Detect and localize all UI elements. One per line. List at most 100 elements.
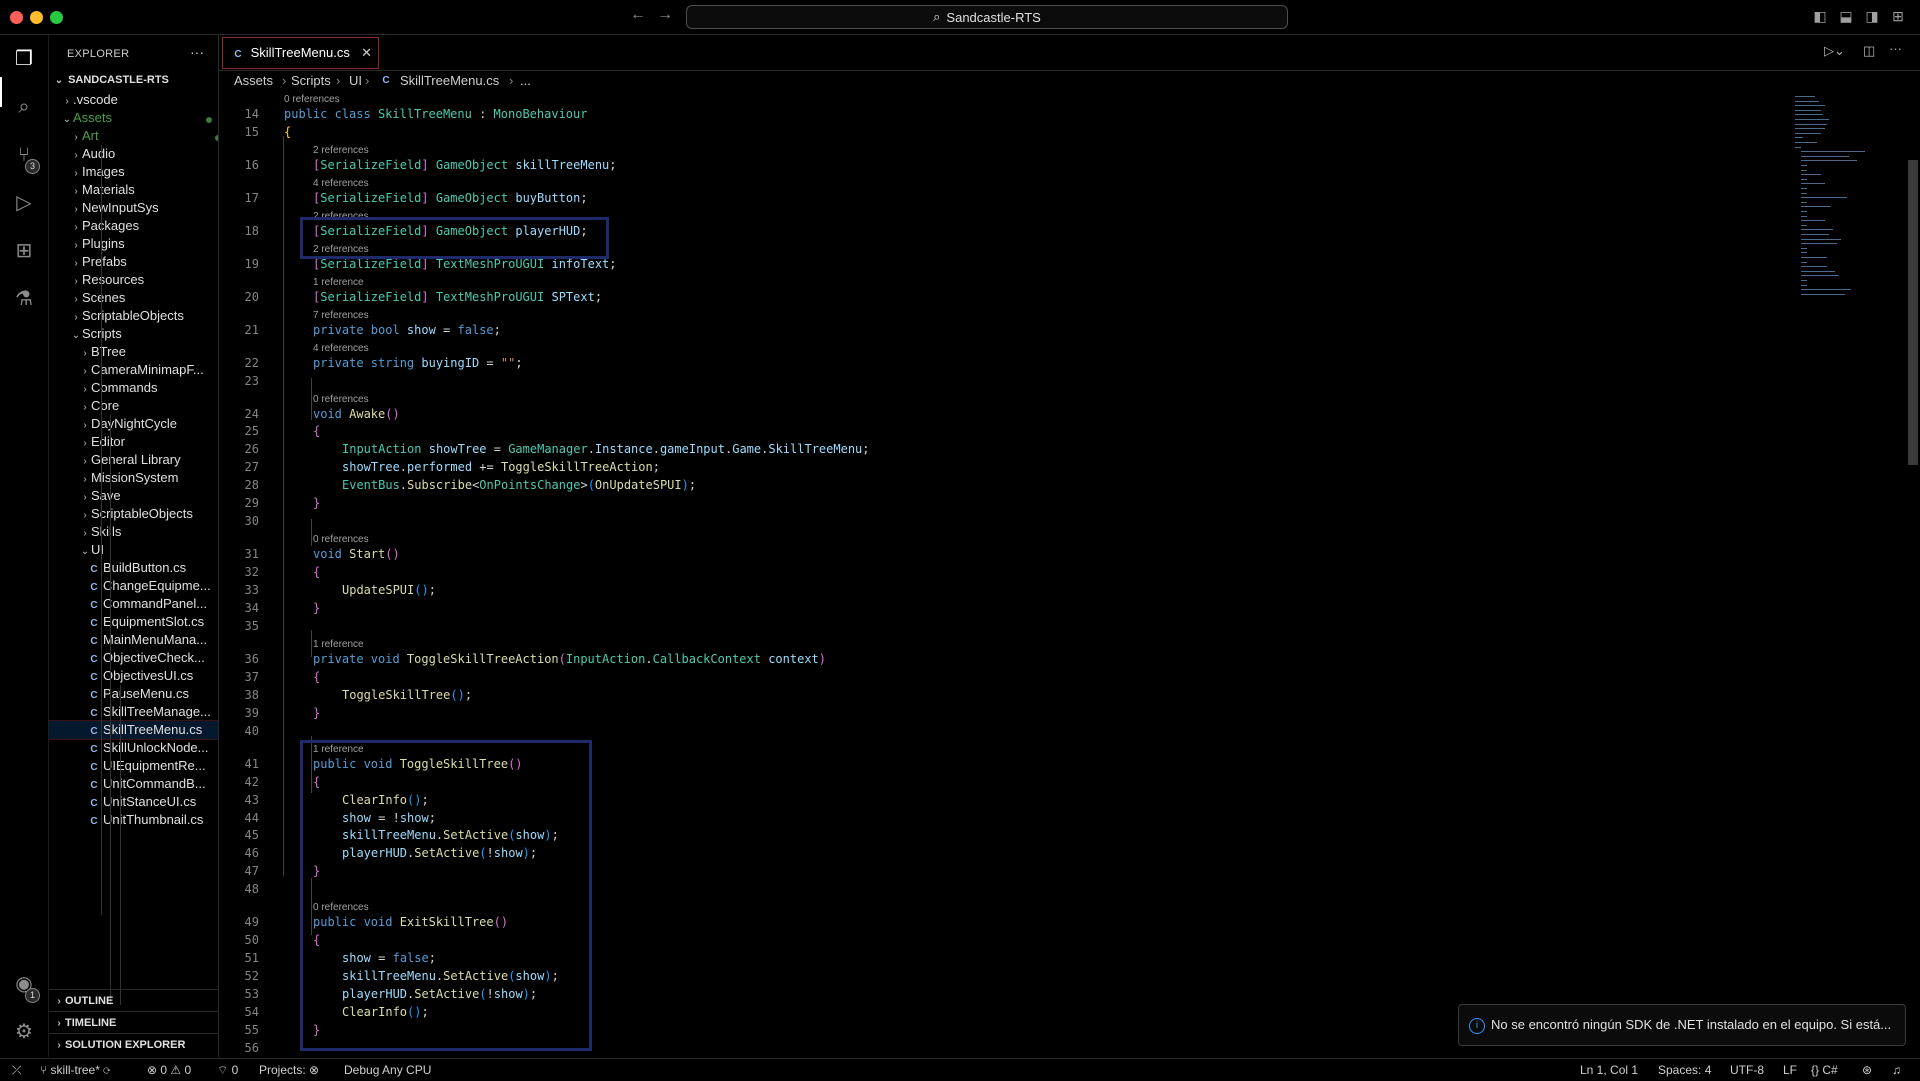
split-editor-icon[interactable]: ◫ xyxy=(1863,43,1875,59)
codelens-references[interactable]: 0 references xyxy=(284,94,340,105)
panel-solution-explorer[interactable]: › SOLUTION EXPLORER xyxy=(49,1033,218,1056)
tree-folder[interactable]: › NewInputSys xyxy=(49,199,218,217)
tree-folder[interactable]: › Art xyxy=(49,127,218,145)
minimize-window-button[interactable] xyxy=(30,11,43,24)
codelens-references[interactable]: 4 references xyxy=(313,343,369,354)
breadcrumb-scripts[interactable]: Scripts xyxy=(291,71,331,91)
codelens-references[interactable]: 2 references xyxy=(313,145,369,156)
tree-folder[interactable]: › ScriptableObjects xyxy=(49,307,218,325)
minimap[interactable] xyxy=(1795,92,1895,302)
tree-file[interactable]: C UnitStanceUI.cs xyxy=(49,793,218,811)
toggle-panel-icon[interactable]: ⬓ xyxy=(1838,8,1854,24)
notification-toast[interactable]: i No se encontró ningún SDK de .NET insta… xyxy=(1458,1004,1906,1046)
editor-scrollbar[interactable] xyxy=(1908,160,1918,465)
tree-folder[interactable]: ⌄Scripts xyxy=(49,325,218,343)
tree-item-label: Prefabs xyxy=(82,254,127,269)
tree-folder[interactable]: › DayNightCycle xyxy=(49,415,218,433)
close-window-button[interactable] xyxy=(10,11,23,24)
breadcrumb-file[interactable]: SkillTreeMenu.cs xyxy=(400,71,499,91)
remote-icon[interactable]: ⤫ xyxy=(12,1059,22,1081)
cursor-position[interactable]: Ln 1, Col 1 xyxy=(1580,1059,1638,1081)
ports-item[interactable]: ⌔ 0 xyxy=(217,1059,238,1081)
tree-folder[interactable]: › CameraMinimapF... xyxy=(49,361,218,379)
search-icon[interactable]: ⌕ xyxy=(10,93,38,121)
tree-folder[interactable]: ⌄ Assets xyxy=(49,109,218,127)
tree-folder[interactable]: › Editor xyxy=(49,433,218,451)
code-editor[interactable]: 0 references 14 public class SkillTreeMenu… xyxy=(219,92,1920,1057)
extensions-icon[interactable]: ⊞ xyxy=(10,237,38,265)
tree-folder[interactable]: › .vscode xyxy=(49,91,218,109)
panel-outline[interactable]: › OUTLINE xyxy=(49,989,218,1012)
tree-file[interactable]: C ChangeEquipme... xyxy=(49,577,218,595)
tree-file[interactable]: C SkillTreeMenu.cs xyxy=(49,720,218,740)
codelens-references[interactable]: 1 reference xyxy=(313,277,364,288)
run-debug-icon[interactable]: ▷ xyxy=(10,189,38,217)
tree-file[interactable]: C BuildButton.cs xyxy=(49,559,218,577)
notifications-bell-icon[interactable]: ♫ xyxy=(1892,1059,1901,1081)
codelens-references[interactable]: 0 references xyxy=(313,394,369,405)
tree-folder[interactable]: › ScriptableObjects xyxy=(49,505,218,523)
editor-more-icon[interactable]: ··· xyxy=(1889,41,1902,56)
tree-folder[interactable]: › Packages xyxy=(49,217,218,235)
tree-file[interactable]: C MainMenuMana... xyxy=(49,631,218,649)
build-config[interactable]: Debug Any CPU xyxy=(344,1059,431,1081)
command-center-search[interactable]: ⌕ Sandcastle-RTS xyxy=(686,5,1288,29)
tree-folder[interactable]: › Resources xyxy=(49,271,218,289)
toggle-primary-sidebar-icon[interactable]: ◧ xyxy=(1812,8,1828,24)
tree-folder[interactable]: ⌄ UI xyxy=(49,541,218,559)
tree-folder[interactable]: › Scenes xyxy=(49,289,218,307)
explorer-root[interactable]: ⌄ SANDCASTLE-RTS xyxy=(49,69,218,91)
breadcrumb-assets[interactable]: Assets xyxy=(234,71,273,91)
tree-file[interactable]: C CommandPanel... xyxy=(49,595,218,613)
codelens-references[interactable]: 4 references xyxy=(313,178,369,189)
arrow-right-icon[interactable]: → xyxy=(657,6,673,24)
tree-file[interactable]: C PauseMenu.cs xyxy=(49,685,218,703)
tree-file[interactable]: C UnitCommandB... xyxy=(49,775,218,793)
toggle-secondary-sidebar-icon[interactable]: ◨ xyxy=(1864,8,1880,24)
projects-item[interactable]: Projects: ⊗ xyxy=(259,1059,319,1081)
testing-icon[interactable]: ⚗ xyxy=(10,285,38,313)
codelens-references[interactable]: 7 references xyxy=(313,310,369,321)
tree-folder[interactable]: › Core xyxy=(49,397,218,415)
breadcrumb-ui[interactable]: UI xyxy=(349,71,362,91)
branch-item[interactable]: ⑂ skill-tree* ⟳ xyxy=(40,1059,110,1081)
copilot-icon[interactable]: ⊛ xyxy=(1862,1059,1872,1081)
tree-folder[interactable]: › MissionSystem xyxy=(49,469,218,487)
tree-folder[interactable]: › Plugins xyxy=(49,235,218,253)
tree-folder[interactable]: › Commands xyxy=(49,379,218,397)
tree-folder[interactable]: › Save xyxy=(49,487,218,505)
codelens-references[interactable]: 1 reference xyxy=(313,639,364,650)
explorer-more-icon[interactable]: ··· xyxy=(190,44,204,60)
tab-skilltreemenu[interactable]: C SkillTreeMenu.cs ✕ xyxy=(222,37,379,69)
customize-layout-icon[interactable]: ⊞ xyxy=(1890,8,1906,24)
tree-folder[interactable]: › BTree xyxy=(49,343,218,361)
settings-gear-icon[interactable]: ⚙ xyxy=(10,1018,38,1046)
tree-file[interactable]: C SkillUnlockNode... xyxy=(49,739,218,757)
code-token: ToggleSkillTree xyxy=(342,687,451,702)
explorer-icon[interactable]: ❐ xyxy=(10,45,38,73)
tree-file[interactable]: C SkillTreeManage... xyxy=(49,703,218,721)
end-of-line[interactable]: LF xyxy=(1783,1059,1797,1081)
tree-folder[interactable]: › Audio xyxy=(49,145,218,163)
tree-folder[interactable]: › General Library xyxy=(49,451,218,469)
tree-file[interactable]: C EquipmentSlot.cs xyxy=(49,613,218,631)
tree-folder[interactable]: › Materials xyxy=(49,181,218,199)
tree-folder[interactable]: › Images xyxy=(49,163,218,181)
arrow-left-icon[interactable]: ← xyxy=(630,6,646,24)
indentation[interactable]: Spaces: 4 xyxy=(1658,1059,1711,1081)
run-icon[interactable]: ▷⌄ xyxy=(1824,43,1845,59)
tree-folder[interactable]: › Skills xyxy=(49,523,218,541)
language-mode[interactable]: {} C# xyxy=(1811,1059,1838,1081)
problems-item[interactable]: ⊗ 0 ⚠ 0 xyxy=(147,1059,191,1081)
tree-file[interactable]: C ObjectivesUI.cs xyxy=(49,667,218,685)
tree-file[interactable]: C UIEquipmentRe... xyxy=(49,757,218,775)
breadcrumb-symbol[interactable]: ... xyxy=(520,71,531,91)
tree-folder[interactable]: › Prefabs xyxy=(49,253,218,271)
panel-timeline[interactable]: › TIMELINE xyxy=(49,1011,218,1034)
maximize-window-button[interactable] xyxy=(50,11,63,24)
close-icon[interactable]: ✕ xyxy=(361,38,372,68)
codelens-references[interactable]: 0 references xyxy=(313,534,369,545)
encoding[interactable]: UTF-8 xyxy=(1730,1059,1764,1081)
tree-file[interactable]: C UnitThumbnail.cs xyxy=(49,811,218,829)
tree-file[interactable]: C ObjectiveCheck... xyxy=(49,649,218,667)
